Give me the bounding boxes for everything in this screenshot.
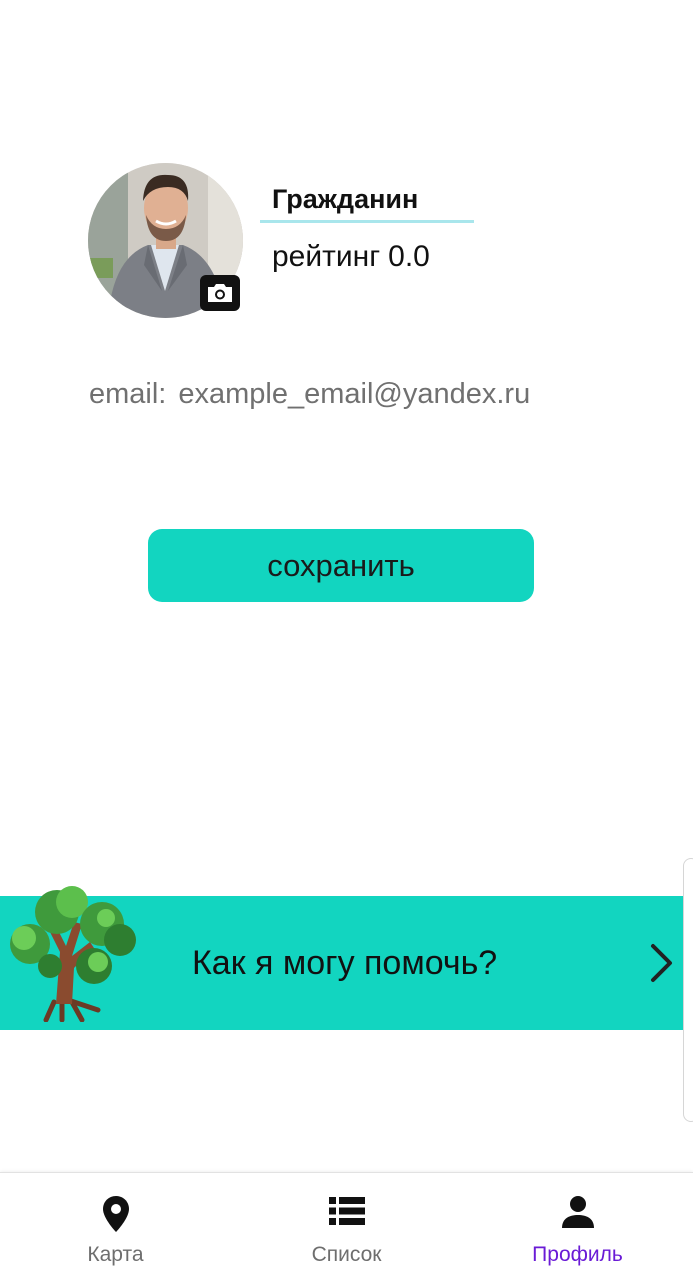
bottom-navigation: Карта Список Профиль <box>0 1172 693 1281</box>
rating-value: 0.0 <box>388 240 430 273</box>
person-icon <box>561 1196 594 1228</box>
camera-icon[interactable] <box>200 275 240 311</box>
user-name: Гражданин <box>272 184 419 214</box>
email-row: email: example_email@yandex.ru <box>89 378 530 411</box>
nav-item-list[interactable]: Список <box>231 1173 462 1281</box>
chevron-right-icon <box>651 944 672 982</box>
nav-item-profile[interactable]: Профиль <box>462 1173 693 1281</box>
email-value[interactable]: example_email@yandex.ru <box>178 378 530 410</box>
map-pin-icon <box>102 1196 129 1232</box>
profile-screen: Гражданин рейтинг 0.0 email: example_email… <box>0 0 693 1281</box>
rating: рейтинг 0.0 <box>272 240 430 274</box>
save-button-label: сохранить <box>267 547 415 583</box>
list-icon <box>328 1197 365 1225</box>
save-button[interactable]: сохранить <box>148 529 534 602</box>
help-banner-text: Как я могу помочь? <box>192 944 498 982</box>
tree-icon <box>10 886 136 1022</box>
help-banner[interactable]: Как я могу помочь? <box>0 886 693 1030</box>
scroll-edge[interactable] <box>683 858 693 1122</box>
nav-label-map: Карта <box>87 1243 144 1266</box>
nav-item-map[interactable]: Карта <box>0 1173 231 1281</box>
rating-label: рейтинг <box>272 240 381 273</box>
nav-label-list: Список <box>311 1243 382 1266</box>
email-label: email: <box>89 378 167 410</box>
nav-label-profile: Профиль <box>532 1243 623 1266</box>
name-underline <box>260 220 474 223</box>
